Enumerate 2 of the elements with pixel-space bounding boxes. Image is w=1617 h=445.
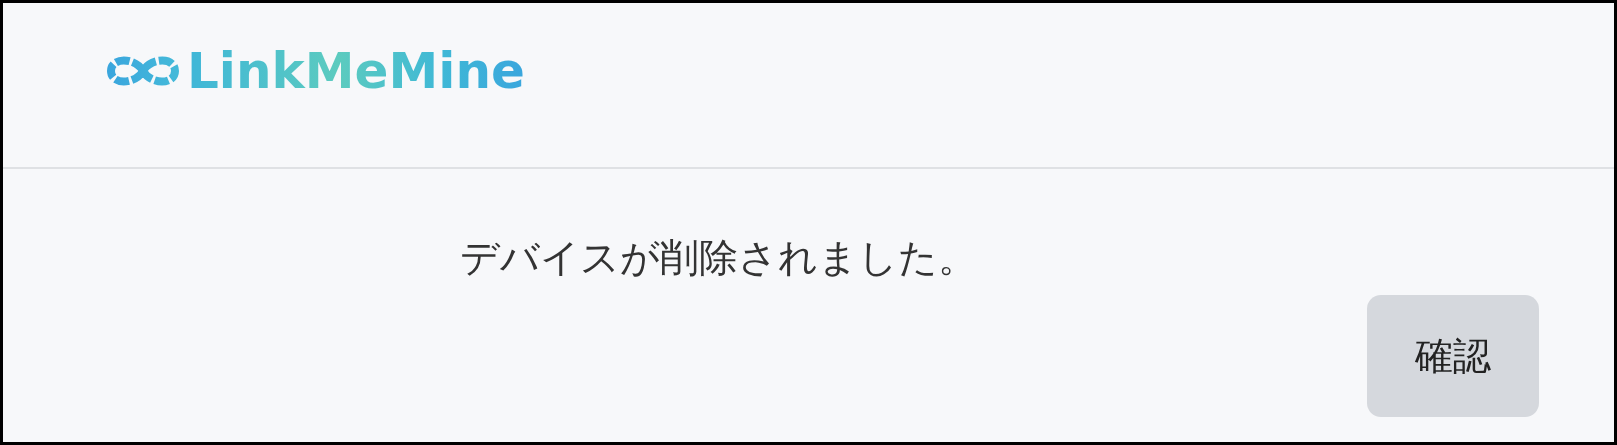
confirm-button[interactable]: 確認 — [1367, 295, 1539, 417]
message-text: デバイスが削除されました。 — [460, 234, 978, 282]
